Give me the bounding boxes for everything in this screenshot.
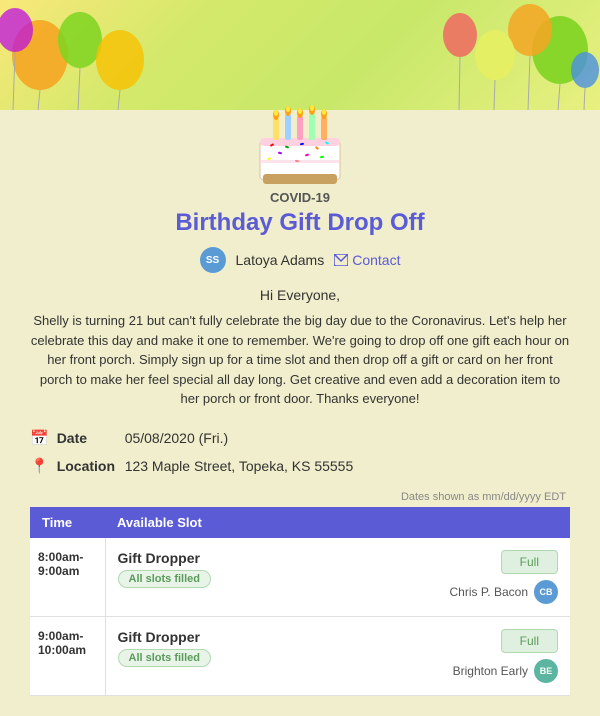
slot-title: Gift Dropper bbox=[118, 629, 212, 645]
event-title: Birthday Gift Drop Off bbox=[30, 209, 570, 237]
contact-label: Contact bbox=[352, 252, 400, 268]
location-value: 123 Maple Street, Topeka, KS 55555 bbox=[125, 458, 354, 474]
slot-left: Gift Dropper All slots filled bbox=[118, 550, 212, 588]
assignee-name: Chris P. Bacon bbox=[450, 585, 529, 599]
cake-image bbox=[0, 70, 600, 190]
contact-link[interactable]: Contact bbox=[334, 252, 400, 268]
event-details: 📅 Date 05/08/2020 (Fri.) 📍 Location 123 … bbox=[30, 429, 570, 475]
cake-svg bbox=[245, 70, 355, 190]
slot-right: Full Chris P. Bacon CB bbox=[438, 550, 558, 604]
table-row: 9:00am-10:00am Gift Dropper All slots fi… bbox=[30, 616, 570, 695]
timezone-note: Dates shown as mm/dd/yyyy EDT bbox=[30, 491, 570, 503]
date-row: 📅 Date 05/08/2020 (Fri.) bbox=[30, 429, 570, 447]
main-content: COVID-19 Birthday Gift Drop Off SS Latoy… bbox=[0, 190, 600, 716]
location-icon: 📍 bbox=[30, 457, 49, 475]
mail-icon bbox=[334, 254, 348, 266]
date-value: 05/08/2020 (Fri.) bbox=[125, 430, 229, 446]
table-row: 8:00am-9:00am Gift Dropper All slots fil… bbox=[30, 538, 570, 617]
organizer-name: Latoya Adams bbox=[236, 252, 325, 268]
slots-filled-badge: All slots filled bbox=[118, 570, 212, 588]
location-row: 📍 Location 123 Maple Street, Topeka, KS … bbox=[30, 457, 570, 475]
assignee-row: Chris P. Bacon CB bbox=[450, 580, 559, 604]
organizer-row: SS Latoya Adams Contact bbox=[30, 247, 570, 273]
slot-row-inner: Gift Dropper All slots filled Full Chris… bbox=[118, 550, 559, 604]
schedule-table: Time Available Slot 8:00am-9:00am Gift D… bbox=[30, 507, 570, 696]
description-text: Shelly is turning 21 but can't fully cel… bbox=[30, 311, 570, 409]
date-label: Date bbox=[57, 430, 117, 446]
covid-label: COVID-19 bbox=[30, 190, 570, 205]
time-cell: 8:00am-9:00am bbox=[30, 538, 105, 617]
calendar-icon: 📅 bbox=[30, 429, 49, 447]
slot-cell: Gift Dropper All slots filled Full Brigh… bbox=[105, 616, 570, 695]
slots-filled-badge: All slots filled bbox=[118, 649, 212, 667]
full-button[interactable]: Full bbox=[501, 629, 558, 653]
full-button[interactable]: Full bbox=[501, 550, 558, 574]
slot-left: Gift Dropper All slots filled bbox=[118, 629, 212, 667]
slot-cell: Gift Dropper All slots filled Full Chris… bbox=[105, 538, 570, 617]
organizer-avatar: SS bbox=[200, 247, 226, 273]
slot-right: Full Brighton Early BE bbox=[438, 629, 558, 683]
col-header-time: Time bbox=[30, 507, 105, 538]
table-header-row: Time Available Slot bbox=[30, 507, 570, 538]
greeting-text: Hi Everyone, bbox=[30, 287, 570, 303]
col-header-slot: Available Slot bbox=[105, 507, 570, 538]
assignee-row: Brighton Early BE bbox=[453, 659, 558, 683]
time-cell: 9:00am-10:00am bbox=[30, 616, 105, 695]
assignee-avatar: CB bbox=[534, 580, 558, 604]
slot-title: Gift Dropper bbox=[118, 550, 212, 566]
location-label: Location bbox=[57, 458, 117, 474]
slot-row-inner: Gift Dropper All slots filled Full Brigh… bbox=[118, 629, 559, 683]
assignee-name: Brighton Early bbox=[453, 664, 528, 678]
assignee-avatar: BE bbox=[534, 659, 558, 683]
